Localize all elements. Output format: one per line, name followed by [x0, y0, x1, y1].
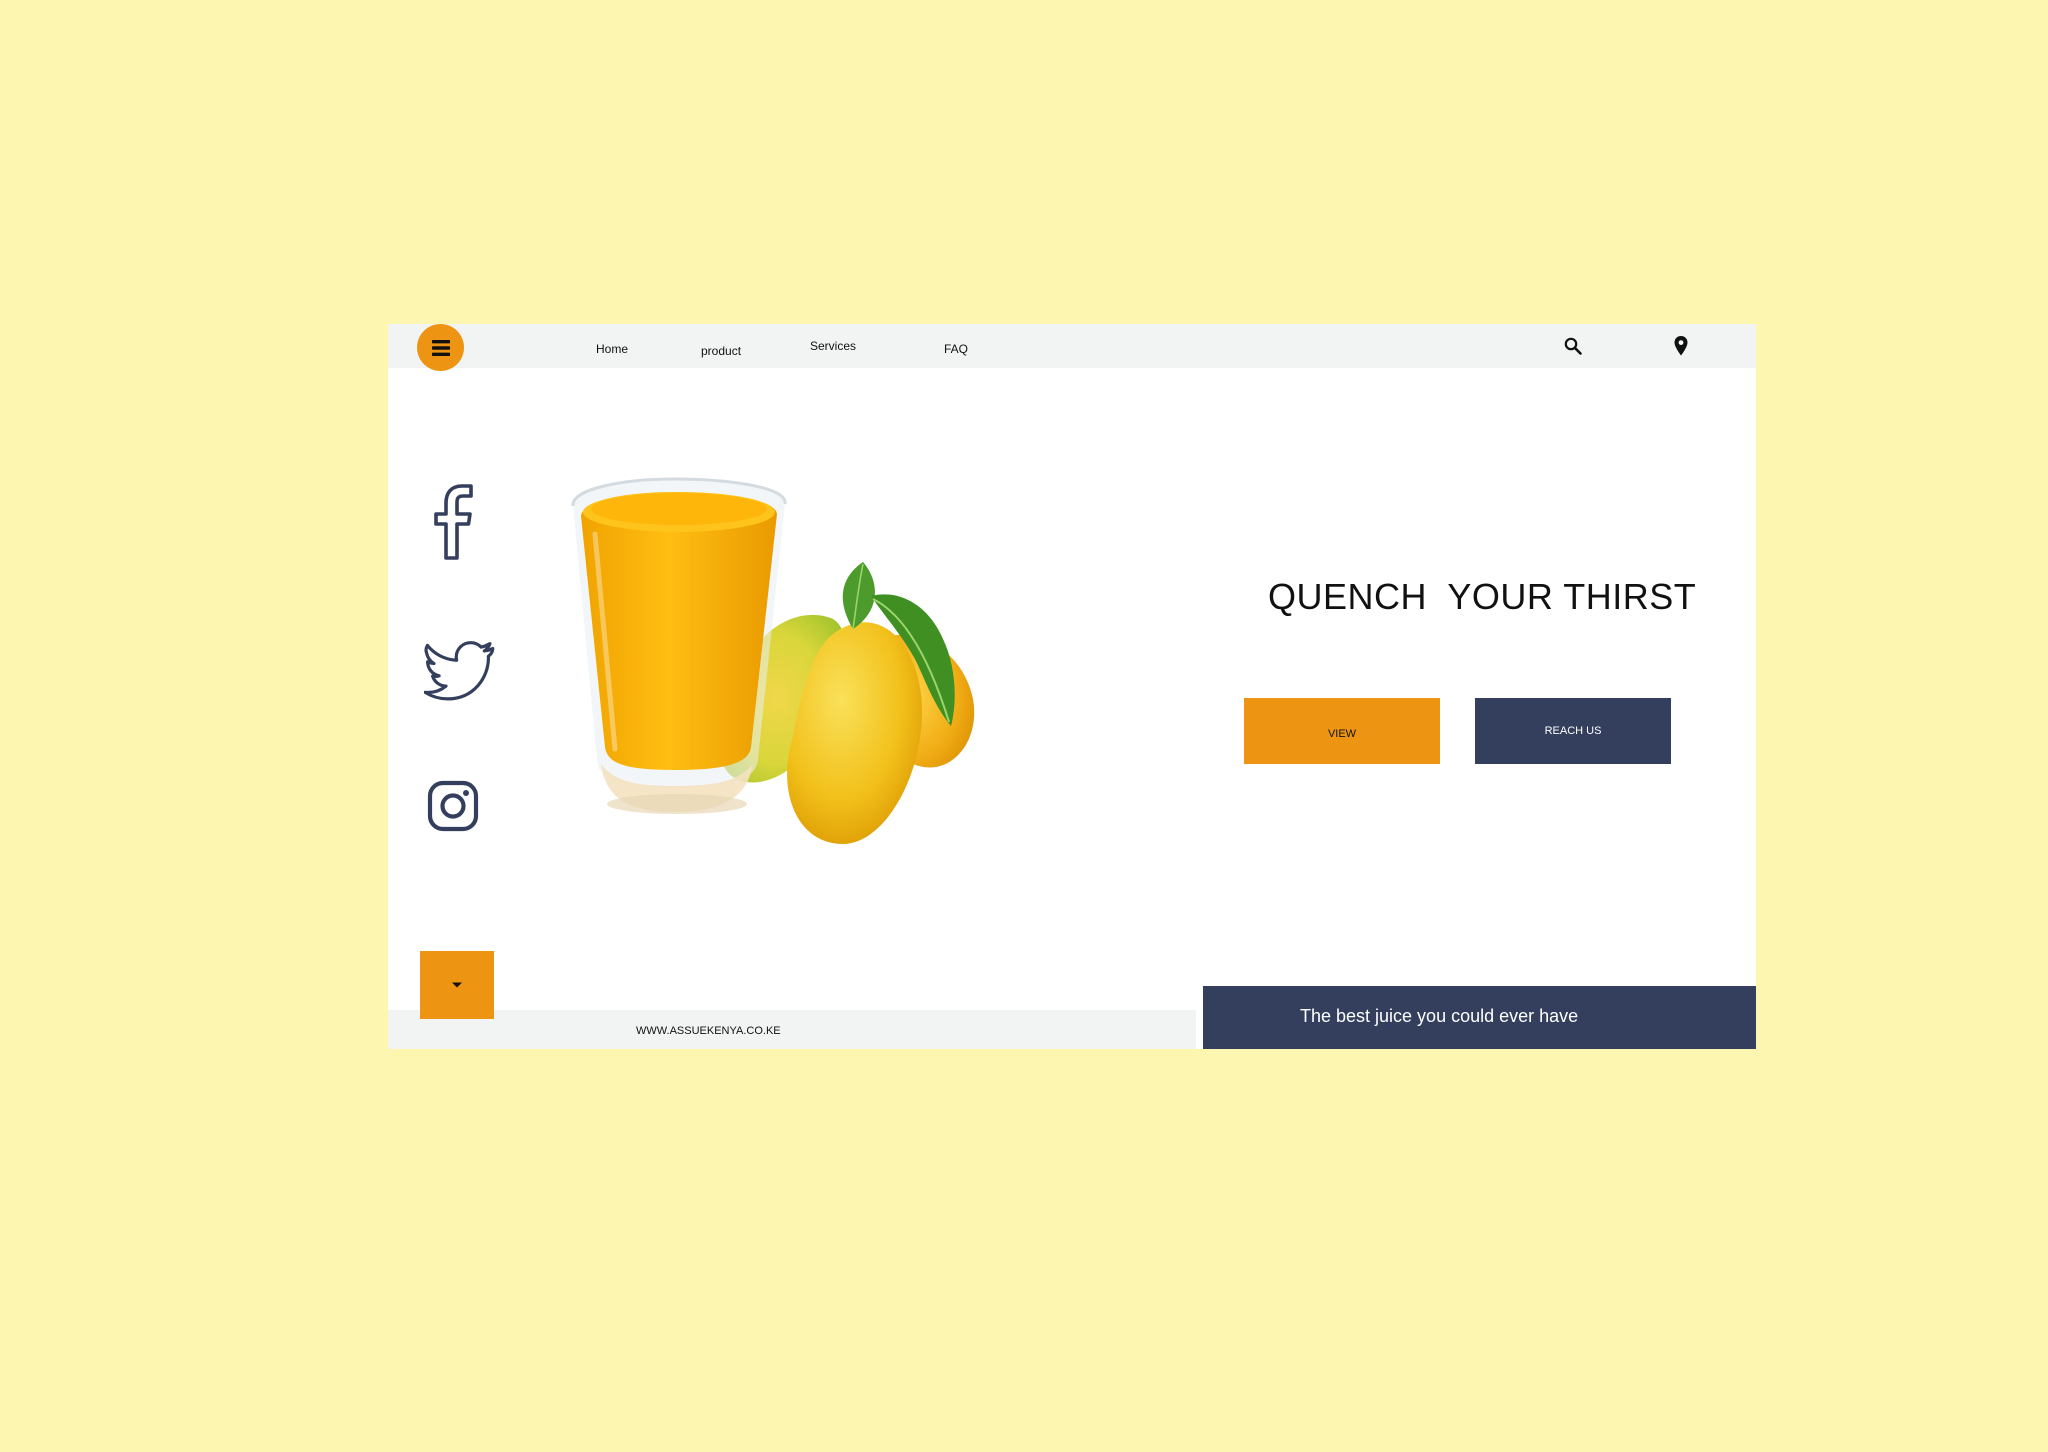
footer-bar: [388, 1010, 1196, 1049]
menu-icon: [431, 339, 450, 356]
nav-item-home[interactable]: Home: [596, 342, 628, 356]
caret-down-icon: [452, 982, 462, 988]
view-button[interactable]: VIEW: [1244, 698, 1440, 764]
hero-image: [571, 477, 975, 844]
scroll-down-button[interactable]: [420, 951, 494, 1019]
tagline-banner: The best juice you could ever have: [1203, 986, 1756, 1049]
menu-button[interactable]: [417, 324, 464, 371]
location-pin-icon[interactable]: [1673, 335, 1689, 357]
nav-item-services[interactable]: Services: [810, 339, 856, 353]
twitter-icon[interactable]: [424, 640, 498, 704]
nav-item-faq[interactable]: FAQ: [944, 342, 968, 356]
footer-url-link[interactable]: WWW.ASSUEKENYA.CO.KE: [636, 1010, 781, 1049]
hero-headline: QUENCH YOUR THIRST: [1268, 576, 1697, 617]
instagram-icon[interactable]: [427, 780, 479, 832]
page-frame: Home product Services FAQ QUENCH YOUR TH…: [388, 324, 1756, 1049]
reach-us-button[interactable]: REACH US: [1475, 698, 1671, 764]
top-navigation-bar: [388, 324, 1756, 368]
nav-item-product[interactable]: product: [701, 344, 741, 358]
facebook-icon[interactable]: [432, 484, 474, 560]
tagline-text: The best juice you could ever have: [1300, 1006, 1579, 1026]
search-icon[interactable]: [1563, 336, 1583, 356]
